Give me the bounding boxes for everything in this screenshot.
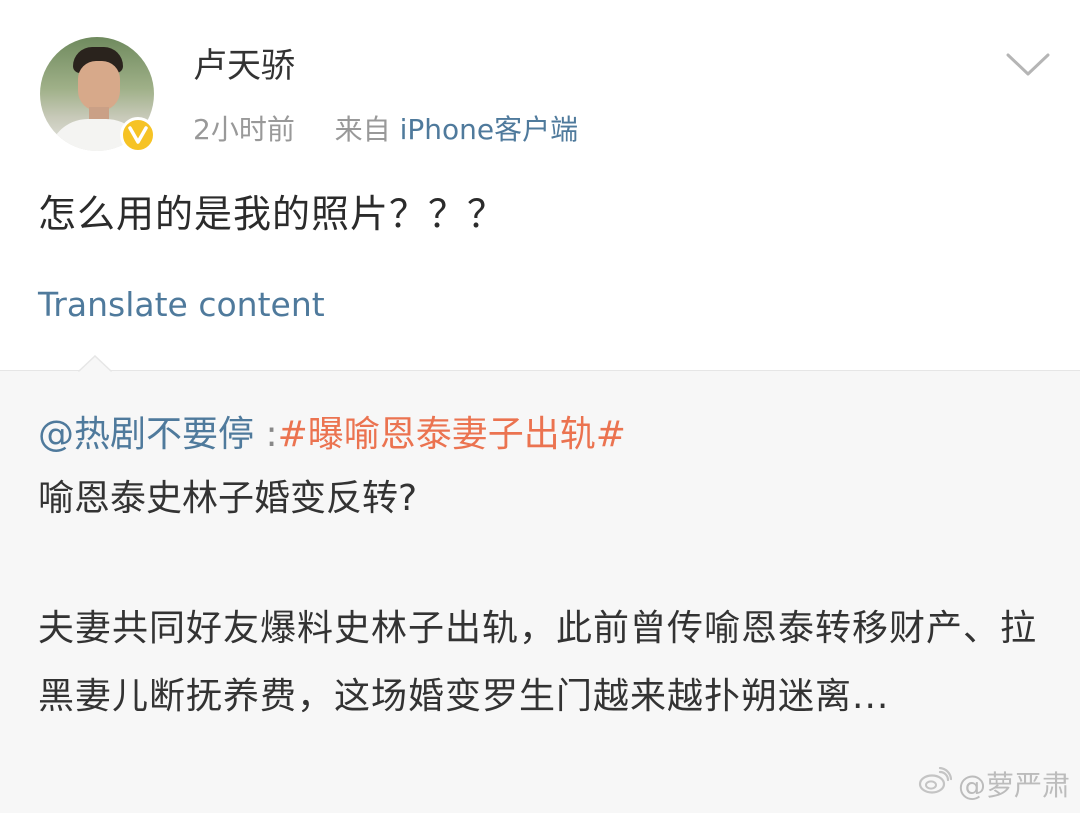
post-time: 2小时前 <box>193 113 295 146</box>
weibo-logo-icon <box>918 766 953 802</box>
source-link[interactable]: iPhone客户端 <box>400 113 579 146</box>
watermark-text: @萝严肃 <box>958 769 1071 802</box>
chevron-down-icon[interactable] <box>1005 52 1051 78</box>
verified-badge-icon <box>120 117 156 153</box>
repost-colon: : <box>254 414 278 455</box>
watermark: @萝严肃 <box>918 764 1070 804</box>
repost-header: @热剧不要停 :#曝喻恩泰妻子出轨# <box>38 411 626 459</box>
post-text: 怎么用的是我的照片？？？ <box>38 192 507 236</box>
repost-card[interactable]: @热剧不要停 :#曝喻恩泰妻子出轨# 喻恩泰史林子婚变反转? 夫妻共同好友爆料史… <box>0 355 1080 813</box>
author-name[interactable]: 卢天骄 <box>193 44 295 88</box>
mention-link[interactable]: @热剧不要停 <box>38 414 254 455</box>
post-header: 卢天骄 2小时前 来自 iPhone客户端 <box>0 0 1080 160</box>
repost-subtitle: 喻恩泰史林子婚变反转? <box>38 478 418 519</box>
source-prefix: 来自 <box>334 113 391 146</box>
hashtag-link[interactable]: #曝喻恩泰妻子出轨# <box>278 414 626 455</box>
translate-link[interactable]: Translate content <box>38 284 325 326</box>
post-meta: 2小时前 来自 iPhone客户端 <box>193 110 578 150</box>
repost-body: 夫妻共同好友爆料史林子出轨，此前曾传喻恩泰转移财产、拉黑妻儿断抚养费，这场婚变罗… <box>38 608 1038 717</box>
